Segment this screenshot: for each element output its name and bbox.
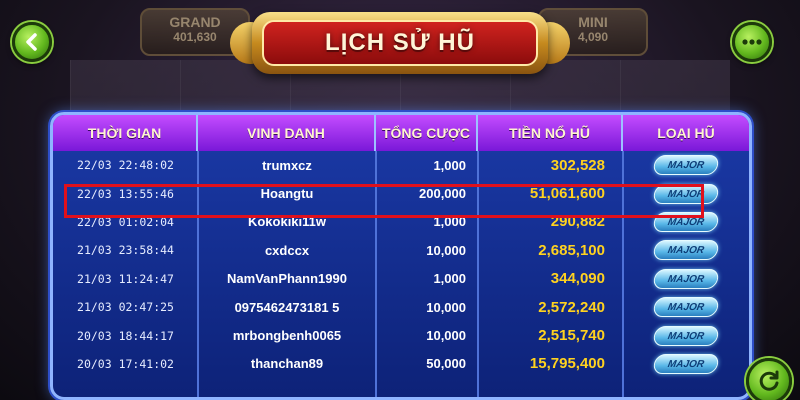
- major-badge-icon: MAJOR: [652, 268, 720, 289]
- refresh-icon: [759, 370, 779, 391]
- row-player-name: mrbongbenh0065: [232, 328, 342, 344]
- jackpot-history-panel: THỜI GIAN VINH DANH TỔNG CƯỢC TIỀN NỔ HŨ…: [50, 112, 752, 400]
- table-row: 22/03 13:55:46 Hoangtu 200,000 51,061,600 MA…: [53, 179, 749, 207]
- row-player-name: 0975462473181 5: [234, 299, 340, 315]
- row-time: 20/03 17:41:02: [77, 356, 174, 371]
- table-row: 21/03 11:24:47 NamVanPhann1990 1,000 344,09…: [53, 265, 749, 293]
- column-header-jackpot-type: LOẠI HŨ: [657, 125, 715, 141]
- row-time: 22/03 22:48:02: [77, 158, 174, 173]
- major-badge-icon: MAJOR: [652, 240, 720, 261]
- column-header-jackpot-amount: TIỀN NỔ HŨ: [478, 115, 623, 151]
- row-time: 21/03 23:58:44: [77, 243, 174, 258]
- major-badge-icon: MAJOR: [652, 211, 720, 232]
- column-header-time: THỜI GIAN: [53, 115, 198, 151]
- row-jackpot-type-cell: MAJOR: [623, 325, 749, 346]
- column-header-total-bet: TỔNG CƯỢC: [376, 115, 478, 151]
- row-player-name: trumxcz: [262, 157, 312, 173]
- row-player-name: Hoangtu: [260, 186, 314, 202]
- table-row: 22/03 22:48:02 trumxcz 1,000 302,528 MAJOR: [53, 151, 749, 179]
- row-total-bet: 1,000: [433, 157, 466, 173]
- row-jackpot-type-cell: MAJOR: [623, 211, 749, 232]
- row-player-name: NamVanPhann1990: [227, 271, 347, 287]
- row-total-bet: 10,000: [426, 242, 466, 258]
- table-row: 21/03 02:47:25 0975462473181 5 10,000 2,572…: [53, 293, 749, 321]
- row-total-bet: 10,000: [426, 328, 466, 344]
- row-total-bet: 1,000: [433, 214, 466, 230]
- table-body: 22/03 22:48:02 trumxcz 1,000 302,528 MAJOR 22…: [53, 151, 749, 378]
- table-row: 20/03 18:44:17 mrbongbenh0065 10,000 2,515,…: [53, 321, 749, 349]
- row-total-bet: 1,000: [433, 271, 466, 287]
- major-badge-icon: MAJOR: [652, 353, 720, 374]
- table-row: 22/03 01:02:04 Kokokiki11w 1,000 290,882 MAJ…: [53, 208, 749, 236]
- row-total-bet: 200,000: [419, 186, 466, 202]
- row-jackpot-amount: 302,528: [550, 156, 605, 174]
- more-button[interactable]: [732, 22, 772, 62]
- row-jackpot-type-cell: MAJOR: [623, 183, 749, 204]
- back-button[interactable]: [12, 22, 52, 62]
- banner-inner: LỊCH SỬ HŨ: [262, 20, 538, 66]
- row-player-name: cxdccx: [264, 242, 310, 258]
- major-badge-icon: MAJOR: [652, 155, 720, 176]
- row-jackpot-type-cell: MAJOR: [623, 240, 749, 261]
- table-row: 21/03 23:58:44 cxdccx 10,000 2,685,100 MAJOR: [53, 236, 749, 264]
- page-title: LỊCH SỬ HŨ: [325, 29, 475, 56]
- row-jackpot-amount: 344,090: [550, 270, 605, 288]
- major-badge-icon: MAJOR: [652, 183, 720, 204]
- row-jackpot-type-cell: MAJOR: [623, 155, 749, 176]
- row-total-bet: 10,000: [426, 299, 466, 315]
- row-time: 20/03 18:44:17: [77, 328, 174, 343]
- major-badge-icon: MAJOR: [652, 325, 720, 346]
- row-jackpot-type-cell: MAJOR: [623, 268, 749, 289]
- row-time: 21/03 11:24:47: [77, 271, 174, 286]
- row-jackpot-type-cell: MAJOR: [623, 353, 749, 374]
- row-jackpot-amount: 2,685,100: [538, 241, 605, 259]
- background-grand-label: GRAND: [169, 14, 221, 30]
- row-total-bet: 50,000: [426, 356, 466, 372]
- row-jackpot-amount: 290,882: [550, 213, 605, 231]
- table-row: 20/03 17:41:02 thanchan89 50,000 15,795,400…: [53, 350, 749, 378]
- row-time: 22/03 13:55:46: [77, 186, 174, 201]
- column-header-honor: VINH DANH: [198, 115, 376, 151]
- row-jackpot-amount: 15,795,400: [529, 355, 605, 373]
- row-time: 21/03 02:47:25: [77, 300, 174, 315]
- row-player-name: thanchan89: [250, 356, 324, 372]
- row-jackpot-amount: 2,515,740: [538, 327, 605, 345]
- row-jackpot-type-cell: MAJOR: [623, 297, 749, 318]
- row-jackpot-amount: 51,061,600: [529, 185, 605, 203]
- refresh-button[interactable]: [746, 358, 792, 400]
- row-jackpot-amount: 2,572,240: [538, 298, 605, 316]
- title-banner: LỊCH SỬ HŨ: [230, 12, 570, 74]
- major-badge-icon: MAJOR: [652, 297, 720, 318]
- chevron-left-icon: [26, 33, 37, 51]
- row-time: 22/03 01:02:04: [77, 214, 174, 229]
- table-header: THỜI GIAN VINH DANH TỔNG CƯỢC TIỀN NỔ HŨ…: [53, 115, 749, 151]
- row-player-name: Kokokiki11w: [247, 214, 327, 230]
- ellipsis-icon: [742, 39, 762, 45]
